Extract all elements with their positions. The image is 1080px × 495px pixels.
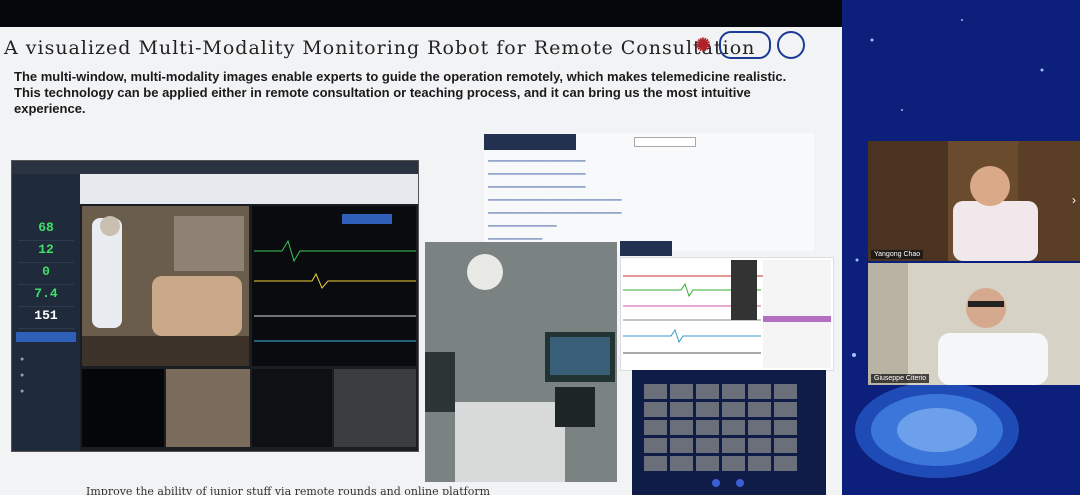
surgery-scene-image	[82, 206, 249, 366]
participant-tile[interactable]	[722, 402, 745, 417]
presentation-slide: A visualized Multi-Modality Monitoring R…	[0, 27, 842, 495]
participant-tile[interactable]	[696, 402, 719, 417]
participant-tile[interactable]	[748, 402, 771, 417]
participant-tile[interactable]	[670, 420, 693, 435]
thumbnail-procedure[interactable]	[166, 369, 250, 447]
participant-tile[interactable]	[748, 438, 771, 453]
speaker-2-scene	[868, 263, 1080, 385]
participant-tile[interactable]	[670, 402, 693, 417]
vitals-sidebar: 68 12 0 7.4 151 ● ● ●	[12, 174, 80, 451]
participant-tile[interactable]	[774, 384, 797, 399]
platform-nav	[420, 133, 468, 221]
participant-tile[interactable]	[644, 384, 667, 399]
ecg-traces	[623, 260, 831, 368]
thumbnail-waveform[interactable]	[252, 369, 332, 447]
vital-reading: 151	[18, 308, 74, 329]
speaker-name-label: Yangong Chao	[871, 250, 924, 259]
list-row[interactable]: ━━━━━━━━━━━━━━━━━━━━━━━━━━━━━━━━━━━━━	[488, 210, 622, 217]
circular-emblem-logo	[777, 31, 805, 59]
slide-description: The multi-window, multi-modality images …	[14, 69, 787, 116]
speaker-1-scene	[868, 141, 1080, 261]
participant-tile[interactable]	[774, 438, 797, 453]
list-row[interactable]: ━━━━━━━━━━━━━━━━━━━━━━━━━━━	[488, 184, 586, 191]
nav-item[interactable]	[420, 177, 468, 199]
vital-reading: 7.4	[18, 286, 74, 307]
participant-tile[interactable]	[748, 420, 771, 435]
nav-item[interactable]	[420, 133, 468, 155]
icu-room-photo	[425, 242, 617, 482]
participant-tile[interactable]	[774, 402, 797, 417]
participant-tile[interactable]	[696, 420, 719, 435]
logo-strip: ✺	[693, 31, 842, 59]
waveform-traces	[254, 214, 416, 342]
vital-reading: 12	[18, 242, 74, 263]
participant-tile[interactable]	[644, 456, 667, 471]
video-conference-grid	[632, 370, 826, 495]
participant-tile[interactable]	[696, 456, 719, 471]
list-row[interactable]: ━━━━━━━━━━━━━━━━━━━	[488, 223, 557, 230]
participant-tile[interactable]	[748, 384, 771, 399]
slide-caption: Improve the ability of junior stuff via …	[86, 485, 491, 495]
app-toolbar	[80, 174, 418, 204]
mic-button[interactable]	[712, 479, 720, 487]
document-list-panel: ━━━━━━━━━━━━━━━━━━━━━━━━━━━ ━━━━━━━━━━━━…	[484, 133, 814, 251]
ecg-chart-panel	[620, 257, 834, 371]
icu-room-image	[425, 242, 617, 482]
chevron-right-icon[interactable]: ›	[1072, 193, 1076, 207]
app-titlebar	[12, 161, 418, 174]
ecg-panel-header	[620, 241, 672, 256]
thumbnail-dark[interactable]	[82, 369, 164, 447]
organization-logo	[719, 31, 771, 59]
vital-reading: 0	[18, 264, 74, 285]
brand-logo	[811, 33, 842, 57]
thumbnail-people[interactable]	[334, 369, 416, 447]
list-panel-header	[484, 134, 576, 150]
participant-tile[interactable]	[696, 384, 719, 399]
nav-item[interactable]	[420, 199, 468, 221]
surgery-video-feed	[82, 206, 249, 366]
participant-tile[interactable]	[774, 456, 797, 471]
list-row[interactable]: ━━━━━━━━━━━━━━━━━━━━━━━━━━━━━━━━━━━━━	[488, 197, 622, 204]
participant-tile[interactable]	[696, 438, 719, 453]
list-row[interactable]: ━━━━━━━━━━━━━━━━━━━━━━━━━━━	[488, 171, 586, 178]
sidebar-active-item[interactable]	[16, 332, 76, 342]
sidebar-nav-dot[interactable]: ●	[20, 356, 24, 363]
participant-tile[interactable]	[722, 420, 745, 435]
camera-button[interactable]	[736, 479, 744, 487]
waveform-panel	[252, 206, 416, 366]
window-top-bar	[0, 0, 842, 27]
list-row[interactable]: ━━━━━━━━━━━━━━━━━━━━━━━━━━━	[488, 158, 586, 165]
nav-item[interactable]	[420, 155, 468, 177]
search-input[interactable]	[634, 137, 696, 147]
speaker-video-1[interactable]: Yangong Chao ›	[868, 141, 1080, 261]
slide-title: A visualized Multi-Modality Monitoring R…	[4, 37, 756, 59]
sidebar-nav-dot[interactable]: ●	[20, 372, 24, 379]
participant-tile[interactable]	[722, 438, 745, 453]
university-seal-logo: ✺	[695, 34, 711, 55]
monitoring-software-window: 68 12 0 7.4 151 ● ● ●	[11, 160, 419, 452]
participant-tile[interactable]	[774, 420, 797, 435]
vital-reading: 68	[18, 220, 74, 241]
participant-tile[interactable]	[644, 402, 667, 417]
participant-tile[interactable]	[722, 384, 745, 399]
participant-tile[interactable]	[722, 456, 745, 471]
participant-tile[interactable]	[670, 438, 693, 453]
sidebar-nav-dot[interactable]: ●	[20, 388, 24, 395]
speaker-video-2[interactable]: Giuseppe Citerio	[868, 263, 1080, 385]
participant-tile[interactable]	[644, 420, 667, 435]
speaker-name-label: Giuseppe Citerio	[871, 374, 930, 383]
participant-tile[interactable]	[644, 438, 667, 453]
participant-tile[interactable]	[670, 384, 693, 399]
participant-tile[interactable]	[748, 456, 771, 471]
participant-tile[interactable]	[670, 456, 693, 471]
